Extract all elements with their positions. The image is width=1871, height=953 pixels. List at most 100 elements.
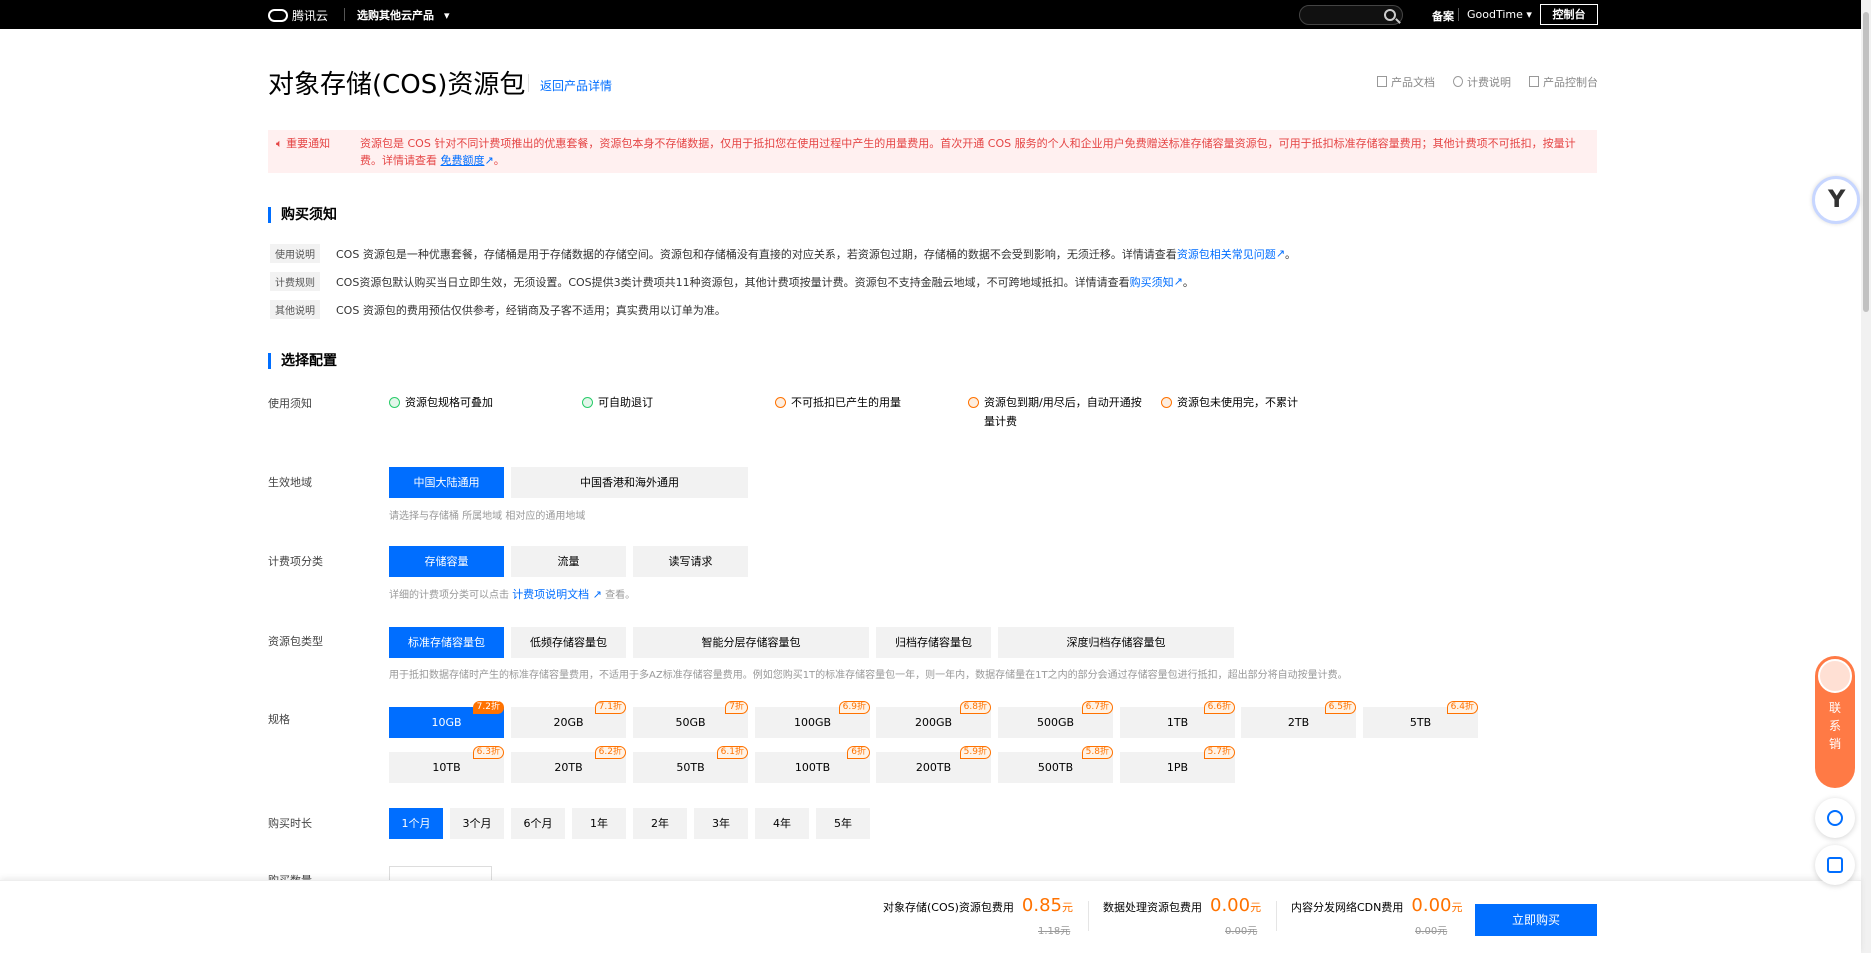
billing-option[interactable]: 流量 [511,546,626,577]
spec-option[interactable]: 500TB 5.8折 [998,746,1113,783]
product-console-link[interactable]: 产品控制台 [1529,74,1598,90]
check-icon [389,397,400,408]
spec-size: 10TB [432,761,461,774]
billing-option[interactable]: 存储容量 [389,546,504,577]
page-title: 对象存储(COS)资源包 [268,70,526,100]
external-link-icon: ↗ [589,588,602,601]
important-notice: 🔈︎ 重要通知 资源包是 COS 针对不同计费项推出的优惠套餐，资源包本身不存储… [268,130,1597,173]
spec-option[interactable]: 2TB 6.5折 [1241,701,1356,738]
fee-data-processing: 数据处理资源包费用 0.00元 [1103,895,1262,916]
package-type-option[interactable]: 智能分层存储容量包 [633,627,869,658]
spec-option[interactable]: 500GB 6.7折 [998,701,1113,738]
discount-badge: 6.8折 [959,701,991,714]
package-type-option[interactable]: 低频存储容量包 [511,627,626,658]
customer-service-button[interactable] [1815,798,1855,838]
info-tag: 计费规则 [270,272,320,291]
spec-option[interactable]: 200GB 6.8折 [876,701,991,738]
spec-size: 5TB [1409,716,1432,729]
spec-size: 200GB [914,716,953,729]
duration-label: 购买时长 [268,817,312,830]
purchase-notes-link[interactable]: 购买须知 [1130,274,1174,290]
discount-badge: 6.1折 [716,746,748,759]
document-icon [1377,76,1387,87]
info-row-other: 其他说明 COS 资源包的费用预估仅供参考，经销商及子客不适用；真实费用以订单为… [270,300,726,319]
package-type-option[interactable]: 深度归档存储容量包 [998,627,1234,658]
duration-option[interactable]: 1个月 [389,808,443,839]
feedback-button[interactable] [1815,845,1855,885]
billing-doc-link[interactable]: 计费项说明文档 [512,588,589,601]
console-button[interactable]: 控制台 [1540,4,1598,25]
feature-item: 资源包规格可叠加 [389,393,493,412]
duration-option[interactable]: 3年 [694,808,748,839]
fee-data-processing-original: 0.00元 [1225,926,1258,937]
fee-cdn: 内容分发网络CDN费用 0.00元 [1291,895,1463,916]
notice-label: 🔈︎ 重要通知 [276,137,331,150]
user-name: GoodTime [1467,8,1523,21]
discount-badge: 6.2折 [594,746,626,759]
top-nav: 腾讯云 选购其他云产品 ▾ 备案 GoodTime ▾ 控制台 [0,0,1871,29]
spec-size: 20GB [553,716,584,729]
duration-option[interactable]: 4年 [755,808,809,839]
region-option[interactable]: 中国香港和海外通用 [511,467,748,498]
info-text: COS资源包默认购买当日立即生效，无须设置。COS提供3类计费项共11种资源包，… [336,275,1130,289]
purchase-notes-title: 购买须知 [268,207,337,223]
contact-sales-button[interactable]: 联 系 销 [1815,656,1855,788]
spec-option[interactable]: 1TB 6.6折 [1120,701,1235,738]
info-icon [1453,76,1463,87]
region-label: 生效地域 [268,476,312,489]
duration-option[interactable]: 6个月 [511,808,565,839]
logo[interactable]: 腾讯云 [268,7,328,24]
duration-option[interactable]: 3个月 [450,808,504,839]
discount-badge: 6.3折 [472,746,504,759]
spec-option[interactable]: 20TB 6.2折 [511,746,626,783]
duration-option[interactable]: 1年 [572,808,626,839]
scrollbar-thumb[interactable] [1863,12,1869,312]
free-quota-link[interactable]: 免费额度 [441,154,485,167]
product-docs-link[interactable]: 产品文档 [1377,74,1435,90]
faq-link[interactable]: 资源包相关常见问题 [1177,246,1276,262]
search-input[interactable] [1299,5,1403,25]
quantity-stepper[interactable] [389,866,492,880]
assistant-icon[interactable] [1812,176,1860,224]
beian-link[interactable]: 备案 [1432,8,1454,24]
region-hint: 请选择与存储桶 所属地域 相对应的通用地域 [389,511,586,522]
scrollbar[interactable] [1861,0,1871,953]
spec-option[interactable]: 20GB 7.1折 [511,701,626,738]
package-type-option[interactable]: 归档存储容量包 [876,627,991,658]
external-link-icon: ↗ [1275,247,1286,260]
config-title: 选择配置 [268,353,337,369]
check-icon [582,397,593,408]
package-type-option[interactable]: 标准存储容量包 [389,627,504,658]
user-menu[interactable]: GoodTime ▾ [1467,8,1532,21]
duration-option[interactable]: 2年 [633,808,687,839]
title-divider [528,74,529,92]
discount-badge: 5.8折 [1081,746,1113,759]
price-bar: 对象存储(COS)资源包费用 0.85元 1.18元 数据处理资源包费用 0.0… [0,880,1861,953]
spec-option[interactable]: 1PB 5.7折 [1120,746,1235,783]
spec-size: 200TB [915,761,952,774]
spec-option[interactable]: 10TB 6.3折 [389,746,504,783]
avatar [1818,659,1852,693]
billing-option[interactable]: 读写请求 [633,546,748,577]
other-products-menu[interactable]: 选购其他云产品 ▾ [357,7,450,23]
warning-icon [775,397,786,408]
spec-option[interactable]: 200TB 5.9折 [876,746,991,783]
spec-option[interactable]: 100TB 6折 [755,746,870,783]
spec-option[interactable]: 50TB 6.1折 [633,746,748,783]
spec-size: 20TB [554,761,583,774]
discount-badge: 6.4折 [1446,701,1478,714]
back-to-product-link[interactable]: 返回产品详情 [540,77,612,94]
spec-option[interactable]: 50GB 7折 [633,701,748,738]
info-tag: 其他说明 [270,300,320,319]
billing-info-link[interactable]: 计费说明 [1453,74,1511,90]
spec-option[interactable]: 10GB 7.2折 [389,701,504,738]
duration-option[interactable]: 5年 [816,808,870,839]
spec-option[interactable]: 5TB 6.4折 [1363,701,1478,738]
chevron-down-icon: ▾ [1526,8,1532,21]
buy-now-button[interactable]: 立即购买 [1475,904,1597,936]
spec-size: 100GB [793,716,832,729]
spec-size: 100TB [794,761,831,774]
spec-option[interactable]: 100GB 6.9折 [755,701,870,738]
search-icon[interactable] [1384,9,1396,21]
region-option[interactable]: 中国大陆通用 [389,467,504,498]
